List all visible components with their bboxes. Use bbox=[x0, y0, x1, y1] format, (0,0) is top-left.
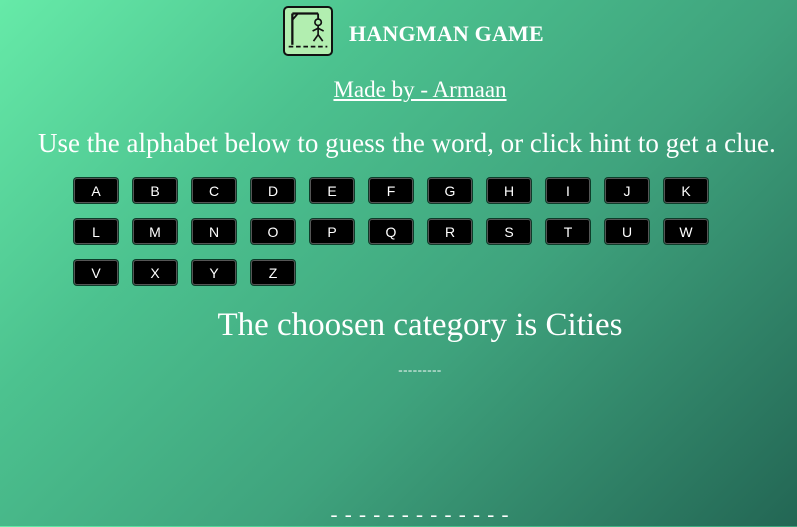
letter-key-z[interactable]: Z bbox=[251, 260, 295, 285]
letter-key-g[interactable]: G bbox=[428, 178, 472, 203]
letter-key-s[interactable]: S bbox=[487, 219, 531, 244]
letter-key-l[interactable]: L bbox=[74, 219, 118, 244]
letter-key-m[interactable]: M bbox=[133, 219, 177, 244]
instructions-text: Use the alphabet below to guess the word… bbox=[38, 128, 776, 158]
letter-key-q[interactable]: Q bbox=[369, 219, 413, 244]
hangman-logo-icon bbox=[283, 6, 333, 56]
letter-key-e[interactable]: E bbox=[310, 178, 354, 203]
letter-key-i[interactable]: I bbox=[546, 178, 590, 203]
letter-key-w[interactable]: W bbox=[664, 219, 708, 244]
letter-key-v[interactable]: V bbox=[74, 260, 118, 285]
author-credit: Made by - Armaan bbox=[333, 77, 507, 102]
letter-key-o[interactable]: O bbox=[251, 219, 295, 244]
letter-key-h[interactable]: H bbox=[487, 178, 531, 203]
category-heading: The choosen category is Cities bbox=[217, 307, 623, 343]
letter-key-n[interactable]: N bbox=[192, 219, 236, 244]
letter-key-f[interactable]: F bbox=[369, 178, 413, 203]
letter-key-b[interactable]: B bbox=[133, 178, 177, 203]
letter-key-r[interactable]: R bbox=[428, 219, 472, 244]
page-title: HANGMAN GAME bbox=[349, 21, 544, 46]
letter-key-t[interactable]: T bbox=[546, 219, 590, 244]
letter-key-a[interactable]: A bbox=[74, 178, 118, 203]
lives-display: - - - - - - - - - - - - - bbox=[330, 502, 510, 526]
hidden-word: --------- bbox=[398, 362, 442, 377]
letter-key-d[interactable]: D bbox=[251, 178, 295, 203]
letter-key-k[interactable]: K bbox=[664, 178, 708, 203]
letter-key-x[interactable]: X bbox=[133, 260, 177, 285]
hangman-gallows-icon bbox=[288, 12, 328, 48]
letter-key-y[interactable]: Y bbox=[192, 260, 236, 285]
letter-key-u[interactable]: U bbox=[605, 219, 649, 244]
letter-key-p[interactable]: P bbox=[310, 219, 354, 244]
letter-key-c[interactable]: C bbox=[192, 178, 236, 203]
letter-key-j[interactable]: J bbox=[605, 178, 649, 203]
